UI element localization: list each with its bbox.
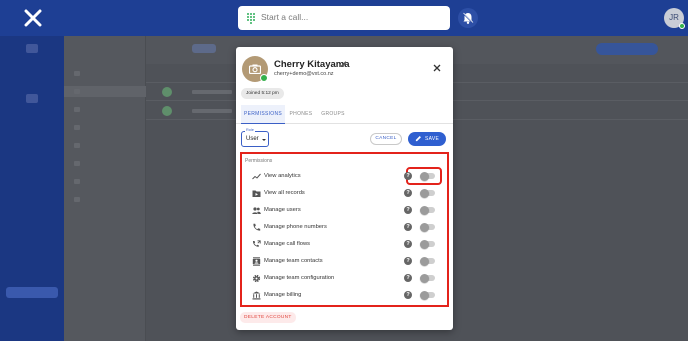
permission-label: Manage team configuration: [264, 274, 335, 281]
permission-row-manage-call-flows: Manage call flows ?: [242, 236, 446, 252]
edit-name-icon[interactable]: [340, 60, 348, 68]
admin-side-panel: [64, 36, 146, 341]
people-icon: [252, 207, 261, 214]
permission-row-manage-team-contacts: Manage team contacts ?: [242, 253, 446, 269]
online-status-dot: [679, 23, 685, 29]
permission-toggle[interactable]: [420, 222, 435, 232]
side-panel-item[interactable]: [64, 68, 146, 79]
permission-label: Manage billing: [264, 291, 302, 298]
side-panel-item[interactable]: [64, 140, 146, 151]
table-row[interactable]: [162, 106, 232, 116]
permission-label: Manage team contacts: [264, 257, 323, 264]
bank-icon: [252, 291, 261, 300]
app-logo[interactable]: [24, 9, 42, 27]
cancel-button[interactable]: CANCEL: [370, 133, 402, 145]
permission-toggle[interactable]: [420, 290, 435, 300]
permission-row-manage-phone-numbers: Manage phone numbers ?: [242, 219, 446, 235]
permissions-section: Permissions View analytics ? View all re…: [240, 152, 449, 307]
help-icon[interactable]: ?: [404, 189, 412, 197]
phone-icon: [253, 223, 261, 231]
role-value: User: [246, 136, 259, 142]
side-panel-item[interactable]: [64, 104, 146, 115]
tab-permissions[interactable]: PERMISSIONS: [241, 105, 285, 124]
user-name: Cherry Kitayama: [274, 59, 350, 70]
help-icon[interactable]: ?: [404, 274, 412, 282]
dialpad-icon: [247, 13, 255, 24]
permission-toggle[interactable]: [420, 188, 435, 198]
help-icon[interactable]: ?: [404, 206, 412, 214]
permission-label: Manage phone numbers: [264, 223, 327, 230]
nav-item-team[interactable]: [0, 94, 64, 106]
online-status-dot: [260, 74, 268, 82]
table-row[interactable]: [162, 87, 232, 97]
top-bar: Start a call... JR: [0, 0, 688, 36]
help-icon[interactable]: ?: [404, 240, 412, 248]
add-user-button[interactable]: [596, 43, 658, 55]
left-nav: [0, 36, 64, 341]
help-icon[interactable]: ?: [404, 172, 412, 180]
user-photo[interactable]: [242, 56, 268, 82]
help-icon[interactable]: ?: [404, 223, 412, 231]
permission-row-view-all-records: View all records ?: [242, 185, 446, 201]
team-icon: [26, 94, 38, 103]
permission-toggle[interactable]: [420, 171, 435, 181]
joined-badge: Joined 5:12 pm: [241, 88, 284, 99]
bell-off-icon: [462, 12, 474, 24]
camera-icon: [249, 64, 261, 74]
tab-groups[interactable]: GROUPS: [320, 105, 346, 124]
side-panel-item-users[interactable]: [64, 86, 146, 97]
save-label: SAVE: [425, 136, 440, 142]
contacts-icon: [252, 257, 261, 266]
permission-label: View all records: [264, 189, 305, 196]
user-email: cherry+demo@vxt.co.nz: [274, 71, 334, 77]
tab-phones[interactable]: PHONES: [288, 105, 314, 124]
permission-row-manage-team-configuration: Manage team configuration ?: [242, 270, 446, 286]
trend-line-icon: [252, 173, 261, 180]
permission-label: Manage users: [264, 206, 301, 213]
permission-row-manage-billing: Manage billing ?: [242, 287, 446, 303]
role-select[interactable]: Role User: [241, 128, 269, 147]
permission-label: Manage call flows: [264, 240, 311, 247]
pencil-icon: [415, 136, 421, 142]
folder-record-icon: [252, 190, 261, 197]
permission-row-manage-users: Manage users ?: [242, 202, 446, 218]
avatar-initials: JR: [669, 13, 679, 22]
tab-bar: PERMISSIONS PHONES GROUPS: [236, 105, 453, 124]
nav-item-calls[interactable]: [0, 44, 64, 56]
nav-bottom-item-4[interactable]: [6, 321, 58, 332]
edit-user-dialog: Cherry Kitayama cherry+demo@vxt.co.nz Jo…: [236, 47, 453, 330]
user-avatar[interactable]: JR: [664, 8, 685, 29]
nav-bottom-item-3[interactable]: [6, 304, 58, 315]
gear-icon: [252, 274, 261, 283]
permissions-heading: Permissions: [245, 158, 273, 164]
delete-account-button[interactable]: DELETE ACCOUNT: [240, 312, 296, 323]
side-panel-item[interactable]: [64, 158, 146, 169]
nav-bottom-item-admin[interactable]: [6, 287, 58, 298]
side-panel-item[interactable]: [64, 176, 146, 187]
save-button[interactable]: SAVE: [408, 132, 446, 146]
call-flow-icon: [252, 240, 261, 247]
side-panel-item[interactable]: [64, 122, 146, 133]
calls-icon: [26, 44, 38, 53]
role-label: Role: [245, 128, 255, 132]
chevron-down-icon: [262, 139, 266, 141]
nav-bottom-item-1[interactable]: [6, 268, 58, 279]
help-icon[interactable]: ?: [404, 257, 412, 265]
permission-row-view-analytics: View analytics ?: [242, 168, 446, 184]
permission-toggle[interactable]: [420, 273, 435, 283]
side-panel-item[interactable]: [64, 194, 146, 205]
start-call-placeholder: Start a call...: [261, 12, 309, 22]
start-call-input[interactable]: Start a call...: [238, 6, 450, 30]
close-icon[interactable]: [433, 64, 441, 72]
permission-toggle[interactable]: [420, 239, 435, 249]
permission-label: View analytics: [264, 172, 301, 179]
permission-toggle[interactable]: [420, 256, 435, 266]
help-icon[interactable]: ?: [404, 291, 412, 299]
permission-toggle[interactable]: [420, 205, 435, 215]
filter-pill[interactable]: [192, 44, 216, 53]
notifications-button[interactable]: [458, 8, 478, 28]
